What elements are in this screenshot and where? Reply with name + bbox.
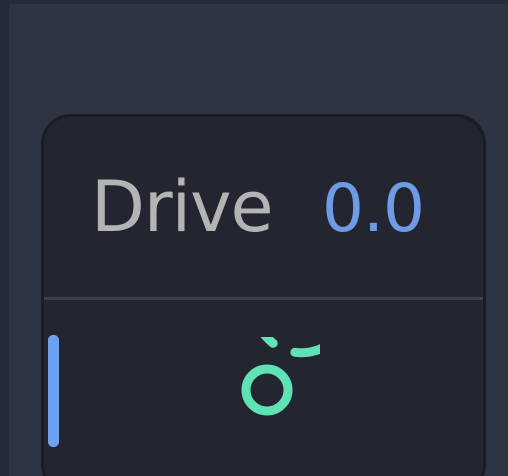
drive-knob[interactable] <box>214 254 354 443</box>
parameter-header: Drive 0.0 <box>44 117 483 299</box>
window-top-edge <box>0 0 508 4</box>
window-left-edge <box>0 0 9 476</box>
parameter-value[interactable]: 0.0 <box>322 169 425 249</box>
rotary-knob-icon <box>241 254 354 416</box>
level-meter-fill <box>48 335 59 447</box>
parameter-label: Drive <box>91 166 274 248</box>
level-meter[interactable] <box>48 335 59 447</box>
panel-divider <box>44 297 483 300</box>
drive-parameter-panel: Drive 0.0 <box>41 114 486 476</box>
